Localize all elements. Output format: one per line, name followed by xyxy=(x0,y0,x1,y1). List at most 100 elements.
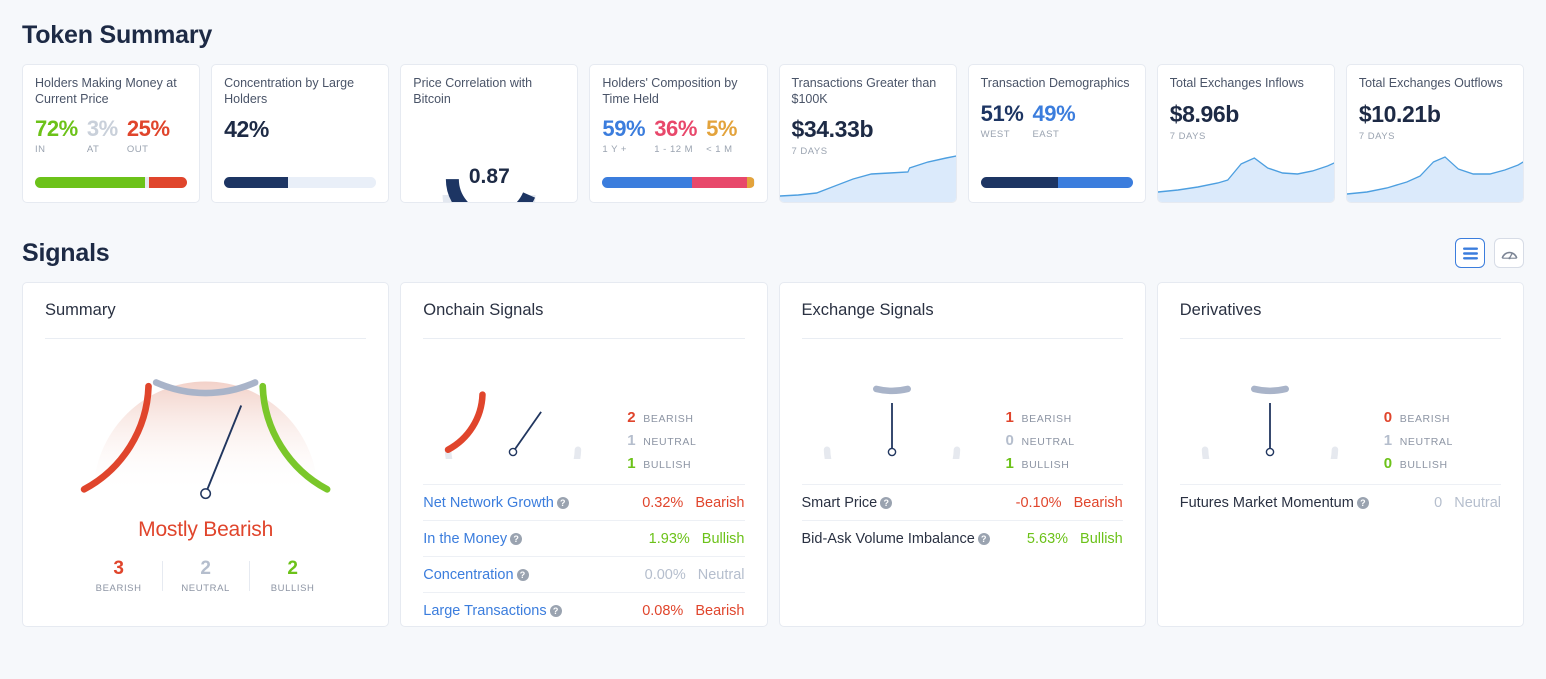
kpi-big-value: $34.33b xyxy=(791,116,874,142)
derivatives-signal-rows: Futures Market Momentum? 0 Neutral xyxy=(1179,484,1501,520)
stat-group: 72% IN 3% AT 25% OUT xyxy=(35,116,187,155)
kpi-card-title: Transactions Greater than $100K xyxy=(791,76,937,106)
onchain-signal-rows: Net Network Growth? 0.32% Bearish In the Mo… xyxy=(423,484,745,626)
kpi-card: Total Exchanges Outflows $10.21b 7 DAYS xyxy=(1345,64,1524,203)
stat-value: 49% xyxy=(1032,100,1076,126)
signal-row-label[interactable]: Large Transactions? xyxy=(423,602,562,619)
kpi-card: Holders Making Money at Current Price 72%… xyxy=(22,64,201,203)
tally-label: NEUTRAL xyxy=(181,583,230,594)
signal-name: In the Money xyxy=(423,530,508,547)
tally-cell: 2 NEUTRAL xyxy=(162,558,249,594)
progress-bar xyxy=(224,177,377,188)
stat-label: EAST xyxy=(1032,128,1060,140)
stat-item: 72% IN xyxy=(35,116,78,155)
signal-name: Net Network Growth xyxy=(423,494,554,511)
count-row: 0 NEUTRAL xyxy=(1006,432,1075,449)
count-row: 1 NEUTRAL xyxy=(1384,432,1453,449)
exchange-gauge xyxy=(802,359,982,516)
count-row: 0 BEARISH xyxy=(1384,409,1453,426)
sparkline-chart xyxy=(1346,150,1523,202)
kpi-card-body: $8.96b 7 DAYS xyxy=(1170,101,1322,142)
help-icon: ? xyxy=(977,532,990,545)
kpi-card: Price Correlation with Bitcoin 0.87 xyxy=(400,64,579,203)
stat-group: 59% 1 Y + 36% 1 - 12 M 5% < 1 M xyxy=(602,116,754,155)
signal-percent: 5.63% xyxy=(1026,530,1069,547)
kpi-card-title: Price Correlation with Bitcoin xyxy=(413,76,533,106)
kpi-big-value: $8.96b xyxy=(1169,100,1240,127)
list-view-icon[interactable] xyxy=(1455,238,1485,268)
signal-row-label[interactable]: Concentration? xyxy=(423,566,529,583)
signal-percent: 0 xyxy=(1434,494,1443,511)
kpi-big-value: $10.21b xyxy=(1358,100,1441,127)
exchange-signal-rows: Smart Price? -0.10% Bearish Bid-Ask Volume … xyxy=(801,484,1123,556)
panel-divider xyxy=(1179,338,1501,339)
signal-row: Concentration? 0.00% Neutral xyxy=(423,556,745,592)
progress-segment xyxy=(692,177,747,188)
gauge-view-icon[interactable] xyxy=(1494,238,1524,268)
kpi-sub-label: 7 DAYS xyxy=(1169,130,1206,142)
count-label: BEARISH xyxy=(643,413,694,425)
kpi-card: Transaction Demographics 51% WEST 49% EAST xyxy=(967,64,1146,203)
signal-name: Smart Price xyxy=(801,494,878,511)
stat-item: 5% < 1 M xyxy=(706,116,737,155)
signal-row-values: 1.93% Bullish xyxy=(649,531,745,547)
help-icon: ? xyxy=(556,496,569,509)
signal-name: Large Transactions xyxy=(423,602,547,619)
signal-percent: 0.00% xyxy=(644,566,686,583)
stat-item: 25% OUT xyxy=(127,116,170,155)
onchain-panel: Onchain Signals 2 BEARISH 1 NEUTRAL 1 BULLISH N… xyxy=(400,282,768,627)
signal-percent: 1.93% xyxy=(648,530,690,547)
signal-row: In the Money? 1.93% Bullish xyxy=(423,520,745,556)
progress-bar xyxy=(980,177,1133,188)
help-icon: ? xyxy=(880,496,893,509)
progress-segment xyxy=(746,177,755,188)
count-label: BULLISH xyxy=(1021,459,1070,471)
signal-verdict: Neutral xyxy=(1454,494,1501,511)
tally-label: BULLISH xyxy=(270,583,315,594)
signal-verdict: Bearish xyxy=(695,494,745,511)
signal-row-label: Futures Market Momentum? xyxy=(1180,495,1369,511)
kpi-card: Transactions Greater than $100K $34.33b 7 … xyxy=(778,64,957,203)
stat-value: 59% xyxy=(602,116,646,141)
stat-value: 25% xyxy=(126,116,170,141)
tally-cell: 2 BULLISH xyxy=(249,558,336,594)
signal-name: Bid-Ask Volume Imbalance xyxy=(801,530,975,547)
count-value: 1 xyxy=(1005,409,1014,426)
signals-title: Signals xyxy=(22,238,110,267)
signal-row-label[interactable]: In the Money? xyxy=(423,530,523,547)
progress-segment xyxy=(288,177,377,188)
panel-title: Onchain Signals xyxy=(423,301,544,319)
kpi-card-title: Total Exchanges Inflows xyxy=(1169,76,1304,90)
summary-verdict: Mostly Bearish xyxy=(138,518,274,541)
count-value: 1 xyxy=(1005,455,1014,472)
progress-segment xyxy=(149,177,188,188)
kpi-card-body: 72% IN 3% AT 25% OUT xyxy=(35,116,187,155)
signals-header: Signals xyxy=(22,203,1524,268)
signal-row-label[interactable]: Net Network Growth? xyxy=(423,495,569,511)
count-label: BEARISH xyxy=(1399,413,1451,425)
tally-label: BEARISH xyxy=(95,583,142,594)
stat-label: AT xyxy=(86,144,100,155)
signal-row: Net Network Growth? 0.32% Bearish xyxy=(423,484,745,520)
kpi-big-value: 42% xyxy=(224,116,269,142)
count-row: 1 BULLISH xyxy=(627,455,696,472)
kpi-card-title: Transaction Demographics xyxy=(980,76,1130,90)
progress-segment xyxy=(1058,177,1133,188)
count-row: 2 BEARISH xyxy=(627,409,696,426)
derivatives-gauge xyxy=(1180,359,1360,516)
kpi-card-title: Holders' Composition by Time Held xyxy=(602,76,738,106)
kpi-card: Concentration by Large Holders 42% xyxy=(211,64,390,203)
stat-item: 51% WEST xyxy=(981,101,1024,140)
tally-cell: 3 BEARISH xyxy=(75,558,162,594)
count-value: 0 xyxy=(1383,409,1393,426)
progress-bar xyxy=(602,177,755,188)
signal-percent: -0.10% xyxy=(1015,494,1062,511)
stat-value: 36% xyxy=(654,116,698,141)
view-toggle-group xyxy=(1455,238,1524,268)
sparkline-chart xyxy=(1157,150,1334,202)
gauge-area: 0 BEARISH 1 NEUTRAL 0 BULLISH xyxy=(1180,359,1501,516)
exchange-panel: Exchange Signals 1 BEARISH 0 NEUTRAL 1 BULLISH… xyxy=(778,282,1146,627)
gauge-area: 1 BEARISH 0 NEUTRAL 1 BULLISH xyxy=(802,359,1123,516)
stat-item: 49% EAST xyxy=(1032,101,1075,140)
signal-name: Concentration xyxy=(423,566,514,583)
